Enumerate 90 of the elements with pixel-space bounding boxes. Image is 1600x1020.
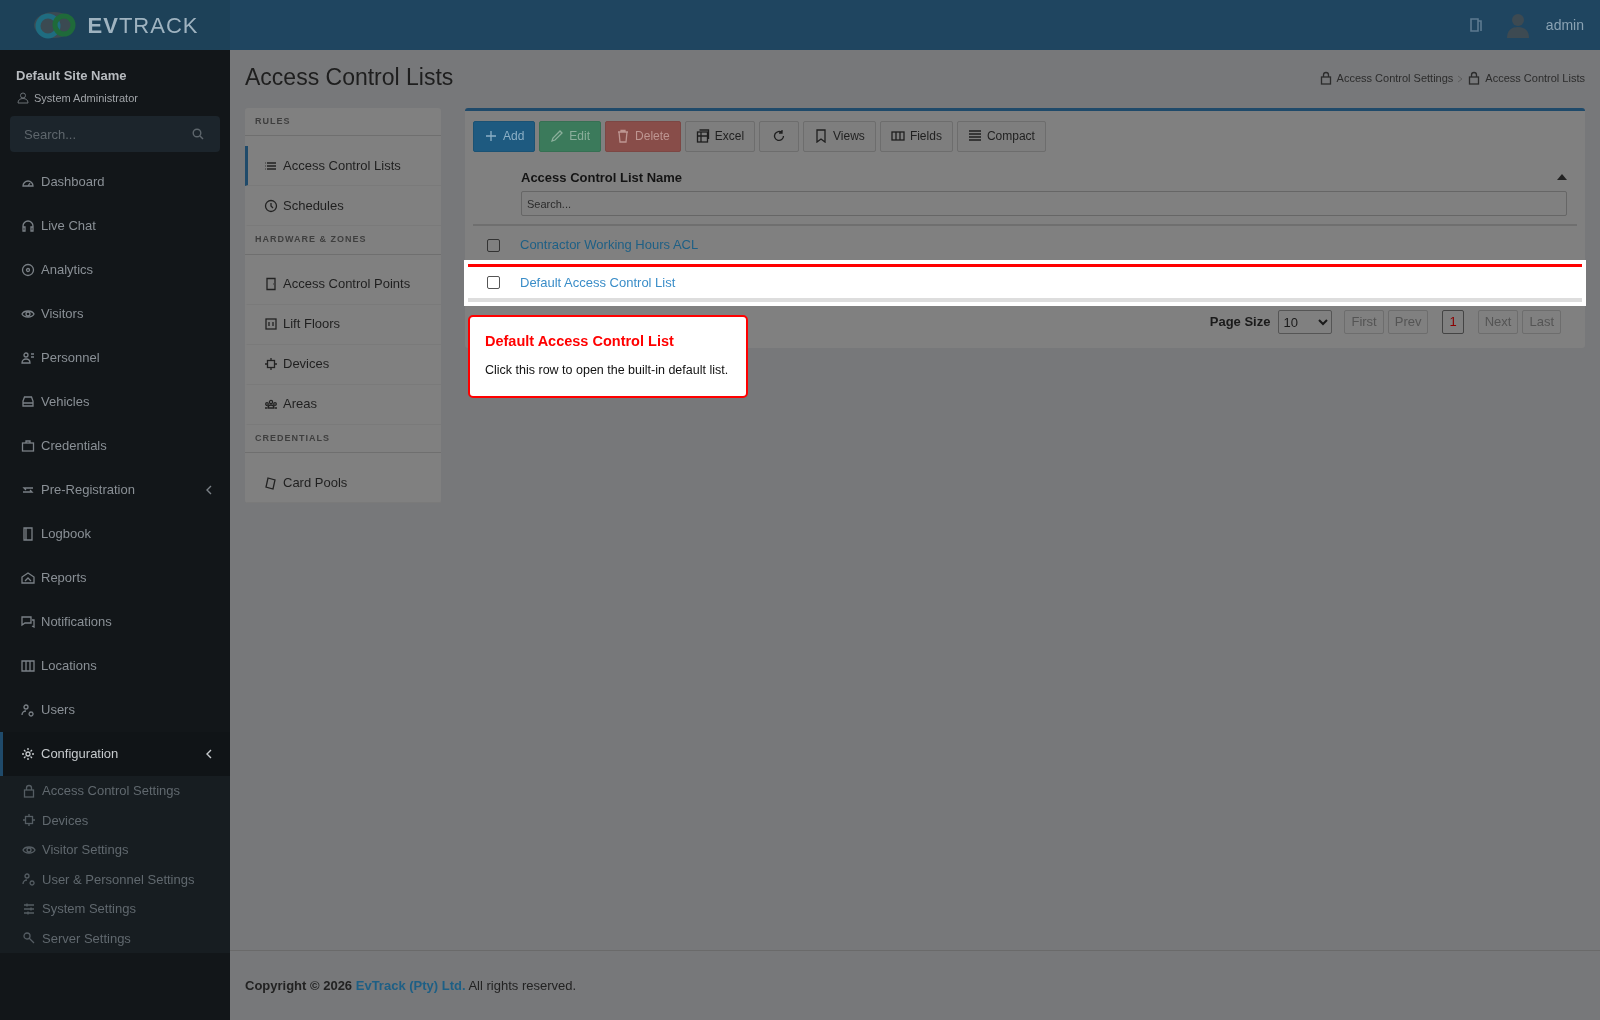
car-icon [21,395,35,409]
sidebar-item[interactable]: Vehicles [0,380,230,424]
subnav-item[interactable]: Card Pools [245,463,441,504]
section-heading: CREDENTIALS [245,424,441,454]
row-link[interactable]: Default Access Control List [520,272,676,293]
section-heading: HARDWARE & ZONES [245,226,441,255]
pencil-icon [550,129,565,144]
checkbox[interactable] [487,276,500,290]
chip-icon [264,357,278,372]
people-icon [264,397,278,412]
cards-icon [264,475,278,490]
subnav-item[interactable]: Lift Floors [245,304,441,345]
badge-icon [21,439,35,453]
chat-icon [21,615,35,629]
sidebar-item[interactable]: Live Chat [0,204,230,248]
map-icon [21,659,35,673]
user-name[interactable]: admin [1545,14,1584,36]
fields-button[interactable]: Fields [879,120,953,152]
search-field[interactable]: Search... [10,116,220,152]
subnav-item[interactable]: Access Control Points [245,264,441,305]
door-icon[interactable] [1469,18,1482,32]
eye-icon [21,307,35,321]
sort-icon[interactable] [1557,174,1567,181]
sidebar-item[interactable]: Notifications [0,600,230,644]
filter-field[interactable]: Search... [521,191,1567,217]
user-icon [16,90,30,105]
elevator-icon [264,317,278,332]
plus-icon [484,129,498,144]
submenu-item[interactable]: Access Control Settings [0,776,230,806]
add-button[interactable]: Add [473,120,536,152]
lock-icon [1467,70,1482,85]
sidebar-item[interactable]: Dashboard [0,160,230,204]
columns-icon [890,129,905,144]
role-text: System Administrator [34,90,138,106]
subnav-item[interactable]: Access Control Lists [245,146,441,187]
search-icon[interactable] [192,128,204,140]
target-icon [21,263,35,277]
subnav-item[interactable]: Areas [245,384,441,425]
sidebar-item[interactable]: Users [0,688,230,732]
sidebar-item[interactable]: Visitors [0,292,230,336]
door-icon [264,277,278,292]
headset-icon [21,219,35,233]
tour-title: Default Access Control List [485,332,675,352]
sliders-icon [22,901,36,916]
user-gear-icon [22,872,36,887]
lock-icon [1318,70,1333,85]
subnav-item[interactable]: Schedules [245,186,441,227]
page-size-select[interactable]: 10 [1278,310,1333,335]
sidebar-item[interactable]: Pre-Registration [0,468,230,512]
checkbox[interactable] [487,238,500,252]
sidebar-item[interactable]: Analytics [0,248,230,292]
submenu-item[interactable]: Server Settings [0,923,230,953]
compact-button[interactable]: Compact [956,120,1046,152]
lines-icon [967,129,982,144]
person-icon [21,351,35,365]
submenu-item[interactable]: Devices [0,805,230,835]
copyright-text: Copyright © 2026 EvTrack (Pty) Ltd. All rights reserved. [245,976,577,995]
lock-icon [22,783,36,798]
user-gear-icon [21,703,35,717]
page-button[interactable]: 1 [1442,310,1464,335]
refresh-icon [772,129,787,144]
tour-text: Click this row to open the built-in default list. [485,361,730,379]
bookmark-icon [814,129,829,144]
sidebar-item[interactable]: Locations [0,644,230,688]
subnav-item[interactable]: Devices [245,344,441,385]
column-header[interactable]: Access Control List Name [521,167,683,188]
section-heading: RULES [245,107,441,137]
submenu-item[interactable]: User & Personnel Settings [0,864,230,894]
refresh-button[interactable] [759,120,800,152]
gear-icon [21,747,35,761]
page-title: Access Control Lists [245,64,454,92]
clock-icon [264,198,278,213]
sidebar-item[interactable]: Credentials [0,424,230,468]
logo-text: EVTRACK [87,11,199,40]
trash-icon [616,129,631,144]
separator-icon [1457,74,1464,83]
views-button[interactable]: Views [803,120,876,152]
submenu-item[interactable]: Visitor Settings [0,835,230,865]
table-icon [695,129,710,144]
site-name: Default Site Name [16,67,128,85]
breadcrumb-link[interactable]: Access Control Settings [1318,69,1454,87]
sidebar-item[interactable]: Logbook [0,512,230,556]
breadcrumb-link[interactable]: Access Control Lists [1467,69,1585,87]
page-size-label: Page Size [1209,313,1271,332]
chip-icon [22,813,36,828]
sidebar-item[interactable]: Personnel [0,336,230,380]
submenu-item[interactable]: System Settings [0,894,230,924]
sidebar-item[interactable]: Reports [0,556,230,600]
excel-button[interactable]: Excel [684,120,756,152]
book-icon [21,527,35,541]
